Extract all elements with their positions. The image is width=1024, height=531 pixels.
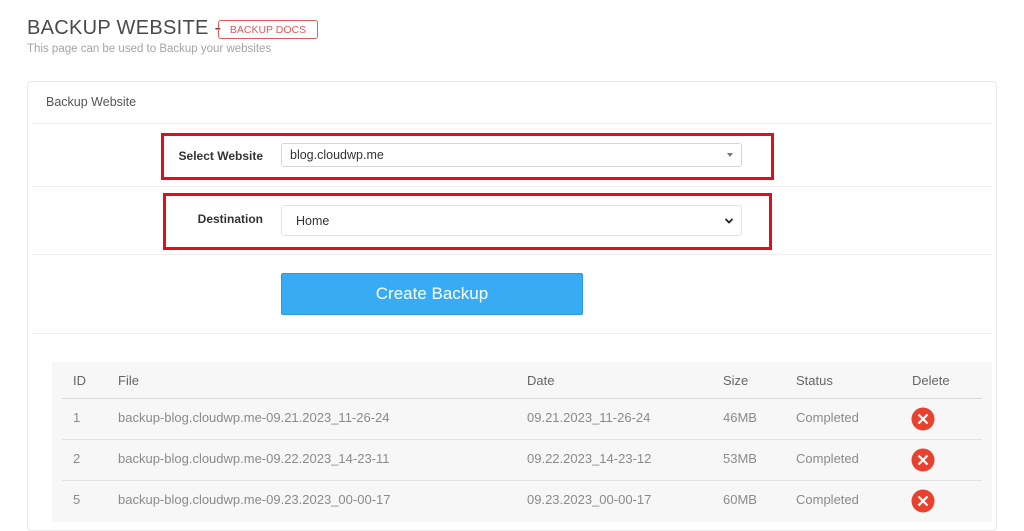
row-size: 46MB bbox=[723, 410, 757, 425]
column-header-delete: Delete bbox=[912, 373, 950, 388]
divider bbox=[32, 186, 992, 187]
destination-select[interactable]: Home bbox=[281, 205, 742, 236]
page-subtitle: This page can be used to Backup your web… bbox=[27, 43, 272, 55]
row-size: 53MB bbox=[723, 451, 757, 466]
page-title: BACKUP WEBSITE - bbox=[27, 17, 222, 39]
create-backup-button[interactable]: Create Backup bbox=[281, 273, 583, 315]
row-date: 09.22.2023_14-23-12 bbox=[527, 451, 652, 466]
website-select[interactable]: blog.cloudwp.me bbox=[281, 143, 742, 167]
select-website-label: Select Website bbox=[178, 149, 263, 163]
row-date: 09.21.2023_11-26-24 bbox=[527, 410, 651, 425]
row-file: backup-blog.cloudwp.me-09.21.2023_11-26-… bbox=[118, 410, 390, 425]
row-status: Completed bbox=[796, 492, 859, 507]
backup-docs-link[interactable]: BACKUP DOCS bbox=[218, 20, 318, 39]
delete-x-icon[interactable] bbox=[911, 448, 935, 472]
row-file: backup-blog.cloudwp.me-09.23.2023_00-00-… bbox=[118, 492, 391, 507]
chevron-down-icon bbox=[724, 218, 734, 224]
row-status: Completed bbox=[796, 451, 859, 466]
divider bbox=[32, 123, 992, 124]
row-id: 5 bbox=[73, 492, 81, 507]
delete-x-icon[interactable] bbox=[911, 407, 935, 431]
delete-x-icon[interactable] bbox=[911, 489, 935, 513]
caret-down-icon bbox=[727, 153, 733, 157]
row-id: 2 bbox=[73, 451, 81, 466]
destination-label: Destination bbox=[197, 212, 263, 226]
divider bbox=[32, 333, 992, 334]
column-header-id: ID bbox=[73, 373, 86, 388]
row-size: 60MB bbox=[723, 492, 757, 507]
row-id: 1 bbox=[73, 410, 81, 425]
panel-heading: Backup Website bbox=[46, 95, 137, 109]
row-status: Completed bbox=[796, 410, 859, 425]
row-divider bbox=[62, 439, 982, 440]
column-header-date: Date bbox=[527, 373, 555, 388]
destination-select-value: Home bbox=[296, 213, 330, 228]
row-divider bbox=[62, 480, 982, 481]
header-divider bbox=[62, 398, 982, 399]
row-date: 09.23.2023_00-00-17 bbox=[527, 492, 652, 507]
row-file: backup-blog.cloudwp.me-09.22.2023_14-23-… bbox=[118, 451, 390, 466]
column-header-file: File bbox=[118, 373, 139, 388]
column-header-status: Status bbox=[796, 373, 833, 388]
column-header-size: Size bbox=[723, 373, 749, 388]
divider bbox=[32, 254, 992, 255]
website-select-value: blog.cloudwp.me bbox=[290, 148, 384, 162]
